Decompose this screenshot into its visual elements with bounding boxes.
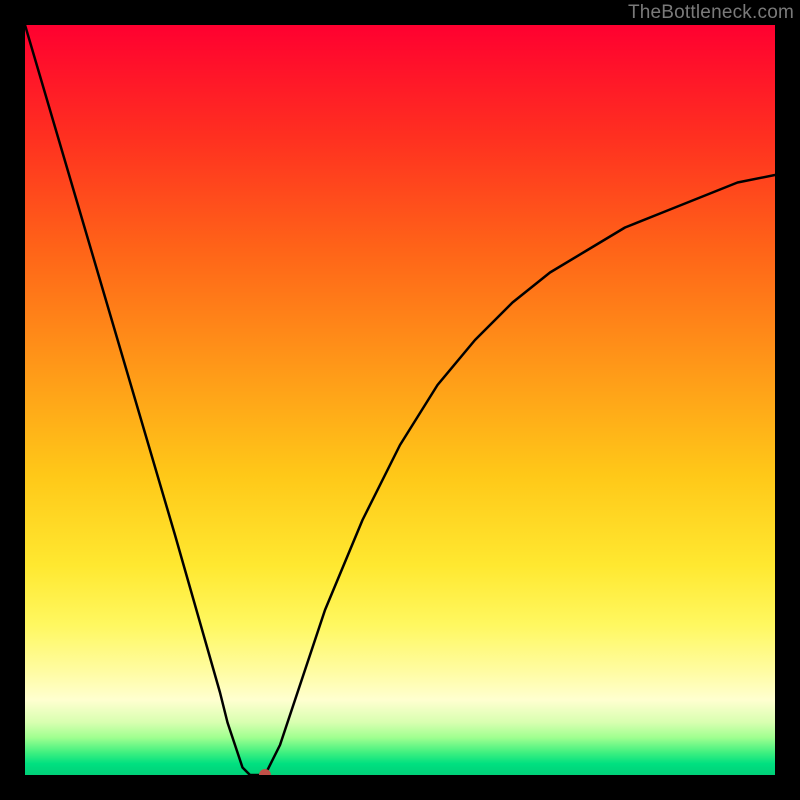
bottleneck-chart [25,25,775,775]
bottleneck-curve-path [25,25,775,775]
watermark-text: TheBottleneck.com [628,2,794,24]
optimal-point-marker [259,769,271,775]
